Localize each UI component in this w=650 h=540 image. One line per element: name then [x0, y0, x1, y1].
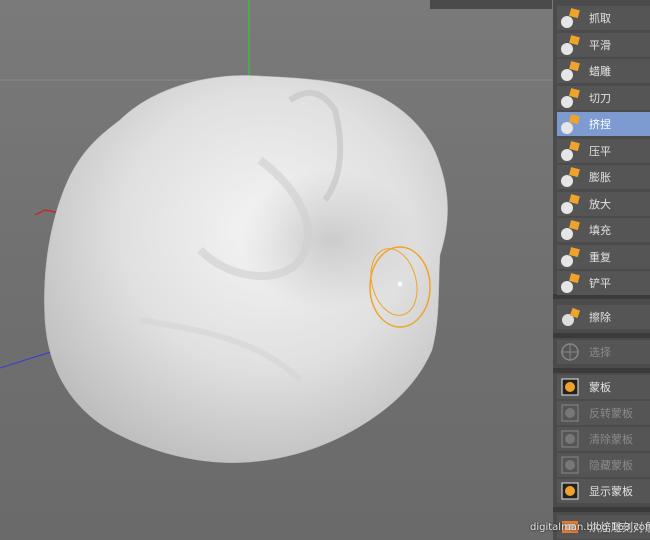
viewport-readout — [430, 0, 552, 9]
tool-label: 反转蒙板 — [589, 407, 633, 420]
tool-label: 铲平 — [589, 277, 611, 290]
mask-brush-icon — [561, 378, 579, 396]
tool-clear-mask[interactable]: 清除蒙板 — [557, 427, 650, 451]
wax-brush-icon — [561, 61, 580, 81]
tool-invert-mask[interactable]: 反转蒙板 — [557, 401, 650, 425]
tool-label: 隐藏蒙板 — [589, 459, 633, 472]
tool-pinch-brush[interactable]: 挤捏 — [557, 112, 650, 136]
tool-label: 抓取 — [589, 12, 611, 25]
tool-label: 清除蒙板 — [589, 433, 633, 446]
tool-wax-brush[interactable]: 蜡雕 — [557, 59, 650, 83]
watermark-text: digitalman.blog.163.com — [530, 522, 650, 533]
pinch-brush-icon — [561, 114, 580, 134]
tool-knife-brush[interactable]: 切刀 — [557, 85, 650, 110]
inflate-brush-icon — [561, 167, 580, 187]
tool-label: 切刀 — [589, 91, 611, 105]
tool-grab-brush[interactable]: 抓取 — [557, 6, 650, 30]
tool-select[interactable]: 选择 — [557, 340, 650, 364]
grab-brush-icon — [561, 8, 580, 28]
tool-label: 选择 — [589, 346, 611, 359]
palette-separator — [553, 507, 650, 512]
tool-label: 蒙板 — [589, 381, 611, 394]
palette-separator — [553, 333, 650, 338]
tool-erase[interactable]: 擦除 — [557, 305, 650, 329]
clear-mask-icon — [561, 430, 579, 448]
tool-label: 显示蒙板 — [589, 485, 633, 498]
tool-show-mask[interactable]: 显示蒙板 — [557, 479, 650, 503]
tool-repeat-brush[interactable]: 重复 — [557, 244, 650, 269]
tool-mask-brush[interactable]: 蒙板 — [557, 375, 650, 399]
tool-label: 重复 — [589, 250, 611, 264]
tool-label: 膨胀 — [589, 171, 611, 184]
palette-separator — [553, 368, 650, 373]
tool-label: 挤捏 — [589, 118, 611, 131]
tool-magnify-brush[interactable]: 放大 — [557, 191, 650, 216]
hide-mask-icon — [561, 456, 579, 474]
select-brush-icon — [561, 343, 579, 361]
repeat-brush-icon — [561, 246, 580, 267]
tool-flatten-brush[interactable]: 压平 — [557, 138, 650, 163]
magnify-brush-icon — [561, 193, 580, 214]
tool-inflate-brush[interactable]: 膨胀 — [557, 165, 650, 189]
tool-smooth-brush[interactable]: 平滑 — [557, 32, 650, 57]
flatten-brush-icon — [561, 140, 580, 161]
knife-brush-icon — [561, 87, 580, 108]
tool-label: 压平 — [589, 144, 611, 158]
show-mask-icon — [561, 482, 579, 500]
tool-scrape-brush[interactable]: 铲平 — [557, 271, 650, 295]
3d-viewport[interactable] — [0, 0, 553, 540]
tool-label: 蜡雕 — [589, 65, 611, 78]
scrape-brush-icon — [561, 273, 580, 293]
invert-mask-icon — [561, 404, 579, 422]
smooth-brush-icon — [561, 34, 580, 55]
fill-brush-icon — [561, 220, 580, 240]
tool-hide-mask[interactable]: 隐藏蒙板 — [557, 453, 650, 477]
tool-label: 填充 — [589, 224, 611, 237]
tool-label: 放大 — [589, 197, 611, 211]
tool-label: 擦除 — [589, 311, 611, 324]
erase-brush-icon — [562, 307, 581, 326]
brush-center-dot — [398, 282, 402, 286]
tool-fill-brush[interactable]: 填充 — [557, 218, 650, 242]
tool-label: 平滑 — [589, 38, 611, 52]
sculpt-brush-palette: 擦除 选择 烘焙雕刻对象 抓取 平滑 蜡雕 切刀 挤捏 压平 膨胀 放大 填充 重复 铲平 蒙板 反转蒙… — [553, 0, 650, 540]
viewport-scene — [0, 0, 553, 463]
